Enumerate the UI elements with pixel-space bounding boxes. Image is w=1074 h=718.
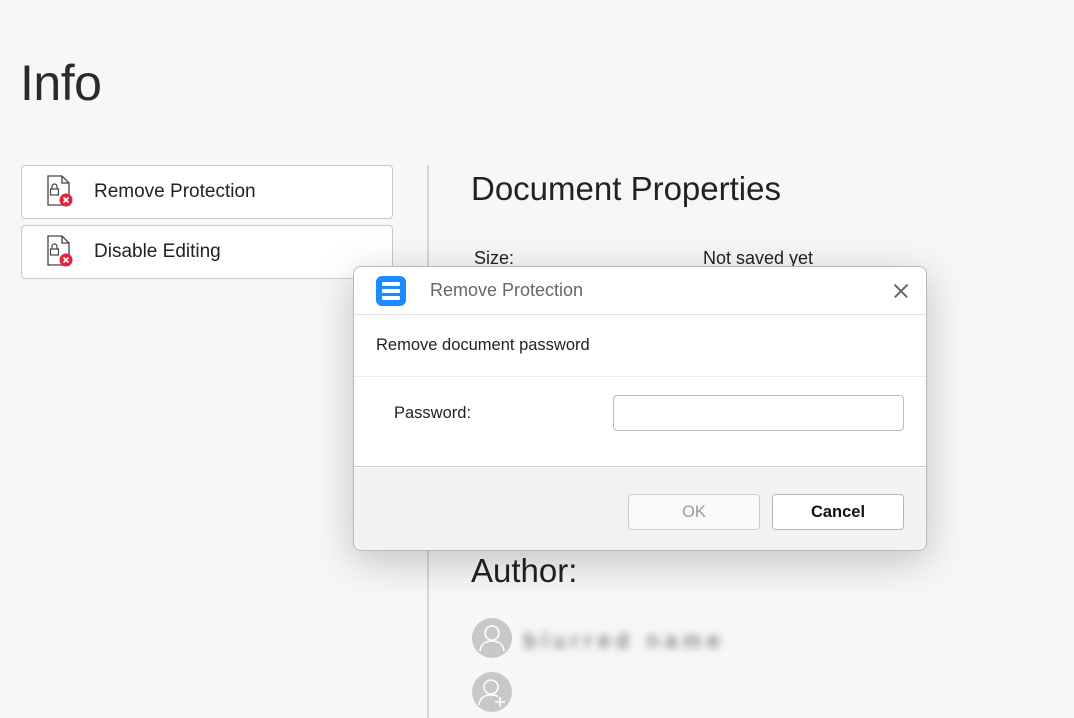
- app-icon: [376, 275, 406, 306]
- add-person-icon: [478, 679, 505, 707]
- page-title: Info: [20, 55, 102, 111]
- protected-document-remove-icon: [45, 235, 75, 269]
- password-label: Password:: [394, 404, 472, 422]
- remove-protection-label: Remove Protection: [94, 181, 256, 202]
- password-row: Password:: [354, 377, 926, 467]
- dialog-heading: Remove document password: [354, 315, 926, 377]
- remove-protection-button[interactable]: Remove Protection: [21, 165, 393, 219]
- password-input[interactable]: [613, 395, 904, 431]
- author-avatar: [472, 618, 512, 658]
- disable-editing-button[interactable]: Disable Editing: [21, 225, 393, 279]
- dialog-title: Remove Protection: [430, 280, 584, 300]
- close-icon[interactable]: [888, 278, 914, 304]
- author-title: Author:: [471, 552, 578, 589]
- dialog-titlebar[interactable]: Remove Protection: [354, 267, 926, 315]
- ok-button[interactable]: OK: [628, 494, 760, 530]
- add-author-button[interactable]: [472, 672, 512, 712]
- protected-document-remove-icon: [45, 175, 75, 209]
- dialog-footer: OK Cancel: [354, 468, 926, 550]
- person-icon: [479, 625, 505, 652]
- disable-editing-label: Disable Editing: [94, 241, 221, 262]
- cancel-button[interactable]: Cancel: [772, 494, 904, 530]
- remove-protection-dialog: Remove Protection Remove document passwo…: [353, 266, 927, 551]
- document-properties-title: Document Properties: [471, 170, 781, 207]
- author-name: blurred name: [524, 628, 726, 653]
